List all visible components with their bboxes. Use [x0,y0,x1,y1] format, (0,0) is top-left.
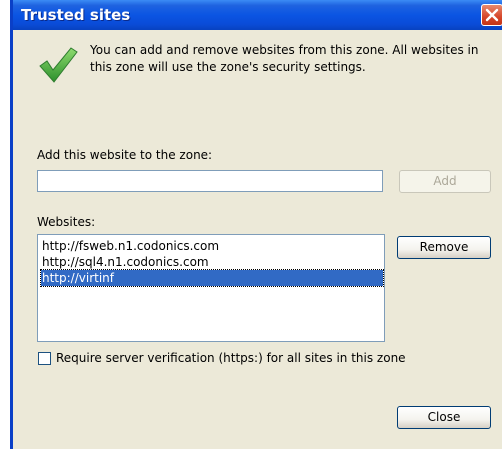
title-bar[interactable]: Trusted sites [13,0,502,30]
add-website-label: Add this website to the zone: [37,148,213,162]
list-item-selected[interactable]: http://virtinf [40,269,384,287]
checkmark-icon [39,47,78,83]
websites-list[interactable]: http://fsweb.n1.codonics.com http://sql4… [37,234,385,342]
close-button[interactable]: Close [397,406,491,429]
websites-label: Websites: [37,215,96,229]
titlebar-close-button[interactable] [481,4,502,26]
add-button[interactable]: Add [399,170,491,193]
dialog-title: Trusted sites [21,6,131,24]
intro-text: You can add and remove websites from thi… [90,43,479,74]
list-item[interactable]: http://fsweb.n1.codonics.com [38,238,384,254]
verification-label[interactable]: Require server verification (https:) for… [56,351,406,365]
list-item[interactable]: http://sql4.n1.codonics.com [38,254,384,270]
add-website-input[interactable] [37,170,383,192]
close-icon [485,8,499,22]
remove-button[interactable]: Remove [397,236,491,259]
trusted-sites-dialog: Trusted sites You can add and remove web… [10,0,502,449]
verification-checkbox[interactable] [38,352,51,365]
